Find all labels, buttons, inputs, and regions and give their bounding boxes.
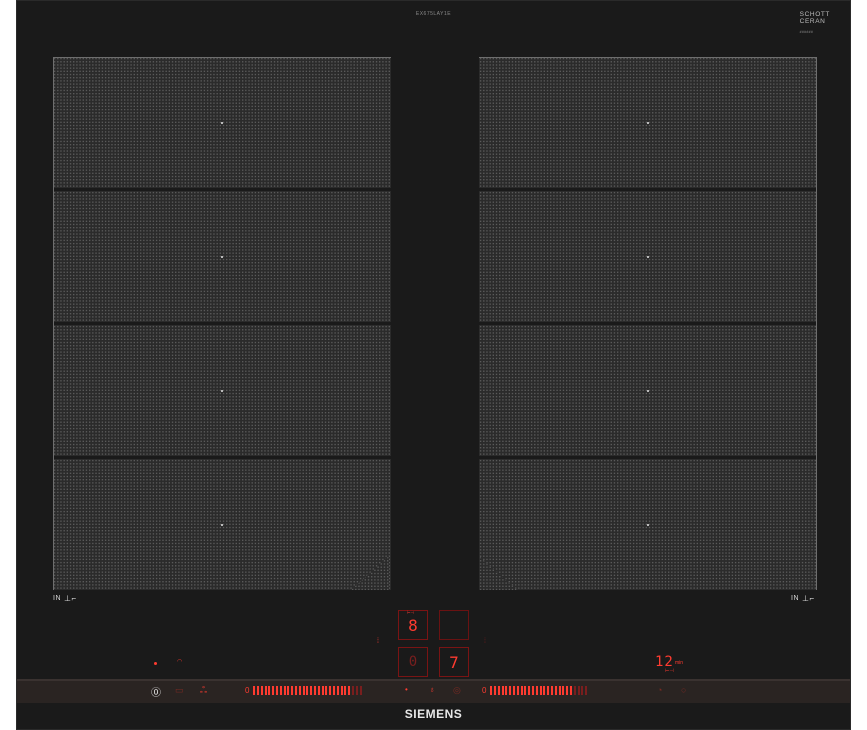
cooking-zone-left-2 [53,191,391,322]
zone-centre-marker [647,523,649,526]
zone-centre-marker [647,121,649,124]
cooking-zone-right-1 [479,57,817,188]
cooking-zone-right-4 [479,459,817,590]
cooking-zone-left-1 [53,57,391,188]
zone-display-top-value: 8 [408,615,418,635]
schott-ceran-logo: SCHOTT CERAN ###### [800,11,830,36]
timer-icon[interactable]: ◔ [657,685,662,695]
zone-display-bottom-left[interactable]: 0 [398,647,428,677]
keep-warm-icon[interactable]: ♁ [429,685,435,694]
zone-centre-marker [647,255,649,258]
status-indicator-left [154,662,157,665]
brand-logo: SIEMENS [404,707,463,721]
frying-sensor-icon[interactable]: ◎ [453,685,461,696]
zone-centre-marker [221,523,223,526]
zone-link-icon: ⊢⊣ [407,610,414,615]
lock-icon[interactable]: ▭ [175,685,184,696]
cooking-zone-left-4 [53,459,391,590]
power-icon[interactable]: ⓪ [151,684,161,699]
glass-brand-line-2: CERAN [799,18,826,25]
zone-centre-marker [221,255,223,258]
zone-select-right-icon[interactable]: ⁞ [484,638,486,645]
clock-icon[interactable]: ○ [681,685,686,695]
cooking-zone-right-3 [479,325,817,456]
model-code: EX675LAY1E [415,11,452,17]
power-slider-left-zero: 0 [245,685,250,695]
induction-label-right: IN ⊥⌐ [791,594,815,603]
timer-unit: min [675,660,684,666]
zone-display-right-value: 7 [449,652,459,672]
zone-display-bottom-right[interactable]: 7 [439,647,469,677]
induction-label-left-text: IN [53,595,61,602]
induction-label-left: IN ⊥⌐ [53,594,77,603]
pan-detect-icon: ⊥⌐ [64,594,77,603]
zone-centre-marker [221,389,223,392]
cooking-zone-left-3 [53,325,391,456]
pan-detect-icon: ⊥⌐ [802,594,815,603]
timer-range-icon: ⊢⊣ [665,668,674,674]
boost-icon[interactable]: • [405,685,408,694]
zone-centre-marker [221,121,223,124]
wifi-icon[interactable]: ◠ [177,658,182,665]
fan-icon[interactable]: ஃ [200,685,207,697]
zone-select-left-icon[interactable]: ⁞ [377,638,379,645]
zone-centre-marker [647,389,649,392]
power-slider-right[interactable]: 0 [482,685,588,695]
zone-display-top-right[interactable] [439,610,469,640]
zone-display-bottom-value: 0 [408,654,418,670]
glass-brand-sub: ###### [799,30,814,34]
induction-hob-panel: EX675LAY1E SCHOTT CERAN ###### IN ⊥⌐ IN … [16,0,851,730]
power-slider-left[interactable]: 0 [245,685,362,695]
power-slider-right-zero: 0 [482,685,487,695]
induction-label-right-text: IN [791,595,799,602]
cooking-zone-right-2 [479,191,817,322]
glass-brand-line-1: SCHOTT [799,11,830,18]
